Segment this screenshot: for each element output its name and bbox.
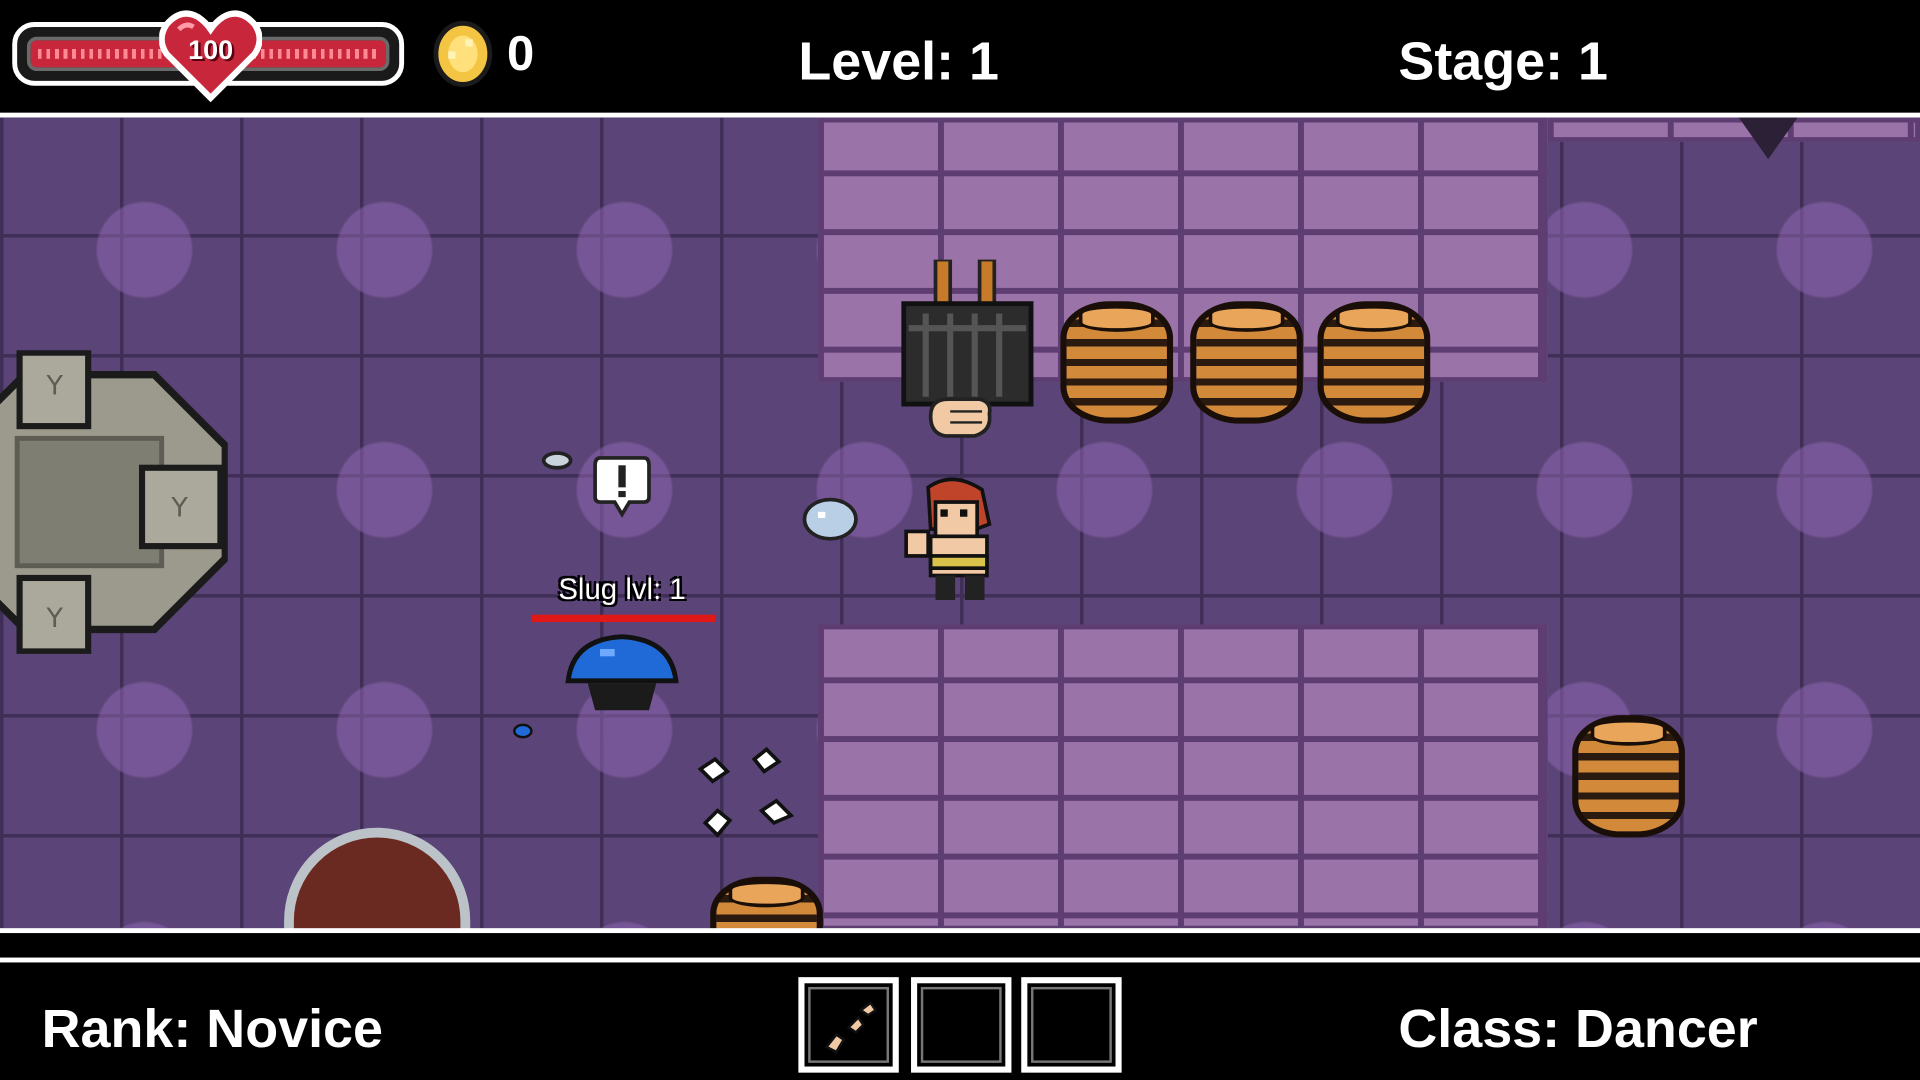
dungeon-door[interactable] (284, 827, 471, 931)
dance-skill-icon (824, 1001, 878, 1054)
svg-text:Y: Y (46, 370, 64, 401)
health-value: 100 (188, 34, 234, 65)
svg-text:Y: Y (170, 493, 188, 524)
slug-enemy[interactable] (563, 632, 681, 718)
skill-slot-1[interactable] (798, 977, 899, 1073)
brick-wall-strip (1547, 117, 1920, 143)
alert-icon (593, 456, 651, 518)
barrel[interactable] (1317, 301, 1431, 424)
top-hud: 100 0 Level: 1 Stage: 1 (0, 0, 1920, 113)
barrel[interactable] (1060, 301, 1174, 424)
bottom-hud-divider-upper (0, 928, 1920, 934)
enemy-name-label: Slug lvl: 1 (558, 573, 686, 607)
game-screen: 100 0 Level: 1 Stage: 1 Y Y Y Slug lvl: … (0, 0, 1920, 1080)
coin-icon (433, 20, 493, 87)
player-character[interactable] (904, 475, 1002, 602)
stage-label: Stage: 1 (1398, 31, 1608, 92)
barrel[interactable] (1190, 301, 1303, 424)
rank-label: Rank: Novice (41, 999, 383, 1060)
spike-trap-icon (1738, 117, 1798, 160)
ice-slime-icon[interactable] (801, 495, 860, 542)
class-label: Class: Dancer (1398, 999, 1758, 1060)
skill-slot-2[interactable] (911, 977, 1012, 1073)
weapon-rack[interactable] (901, 259, 1034, 407)
skill-slot-3[interactable] (1021, 977, 1122, 1073)
game-field[interactable]: Y Y Y Slug lvl: 1 (0, 117, 1920, 931)
svg-text:Y: Y (46, 603, 64, 634)
barrel[interactable] (1572, 715, 1685, 838)
slime-droplet-icon (513, 723, 533, 739)
brick-wall-lower (817, 624, 1548, 931)
bottom-hud-divider-lower (0, 957, 1920, 963)
level-label: Level: 1 (798, 31, 1000, 92)
barrel[interactable] (710, 876, 823, 931)
stone-shrine[interactable]: Y Y Y (0, 350, 228, 654)
sparkle-effect (697, 746, 795, 838)
pebble-icon (541, 451, 573, 470)
interact-hand-icon (928, 397, 992, 438)
coin-count: 0 (506, 26, 535, 81)
enemy-health-bar (531, 614, 716, 623)
